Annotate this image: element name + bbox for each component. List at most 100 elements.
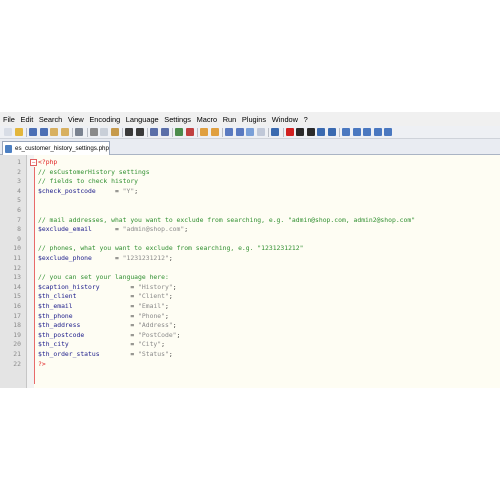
paste-icon[interactable]	[110, 128, 119, 136]
toolbar-separator	[282, 128, 284, 137]
menu-search[interactable]: Search	[39, 115, 62, 124]
code-token: $caption_history	[38, 282, 100, 291]
code-text: $th_order_status = "Status";	[38, 350, 173, 360]
plugin-d-icon[interactable]	[373, 128, 382, 136]
line-number: 5	[17, 196, 21, 205]
line-number: 4	[17, 186, 21, 195]
code-token: $exclude_phone	[38, 254, 92, 262]
line-number: 11	[13, 254, 21, 262]
code-token: ;	[168, 254, 173, 262]
code-line: 15 $th_client = "Client";	[0, 292, 500, 302]
code-token: $check_postcode	[38, 186, 96, 195]
menu-settings[interactable]: Settings	[164, 115, 191, 124]
code-text: // mail addresses, what you want to excl…	[38, 216, 415, 226]
user-lang-icon[interactable]	[256, 128, 265, 136]
line-number: 8	[17, 225, 21, 234]
record-macro-icon[interactable]	[285, 128, 294, 136]
code-editor[interactable]: − 1 <?php 2// esCustomerHistory settings 3/…	[0, 155, 500, 388]
save-icon[interactable]	[29, 128, 37, 136]
toolbar-separator	[86, 128, 88, 137]
replace-icon[interactable]	[160, 128, 169, 136]
word-wrap-icon[interactable]	[225, 128, 233, 136]
code-text: ?>	[38, 360, 46, 370]
file-tab[interactable]: es_customer_history_settings.php	[2, 141, 110, 155]
cut-icon[interactable]	[89, 128, 98, 136]
code-line: 19 $th_postcode = "PostCode";	[0, 331, 500, 341]
code-token: "Status"	[138, 350, 169, 358]
code-line: 21 $th_order_status = "Status";	[0, 350, 500, 360]
code-token: "PostCode"	[138, 330, 177, 339]
tab-strip: es_customer_history_settings.php	[0, 139, 500, 155]
menu-encoding[interactable]: Encoding	[89, 115, 120, 124]
menu-file[interactable]: File	[3, 115, 15, 124]
code-line: 3 // fields to check history	[0, 177, 500, 187]
code-line: 10 // phones, what you want to exclude fr…	[0, 244, 500, 254]
sync-horizontal-icon[interactable]	[210, 128, 219, 136]
find-icon[interactable]	[150, 128, 158, 136]
code-line: 11 $exclude_phone = "1231231212";	[0, 254, 500, 264]
code-token: =	[80, 321, 139, 330]
toolbar-separator	[197, 128, 198, 137]
print-icon[interactable]	[75, 128, 83, 136]
zoom-in-icon[interactable]	[175, 128, 183, 136]
menu-view[interactable]: View	[68, 115, 84, 124]
code-token: =	[95, 186, 123, 195]
code-text: // phones, what you want to exclude from…	[38, 244, 303, 254]
close-icon[interactable]	[50, 128, 58, 136]
new-file-icon[interactable]	[4, 128, 12, 136]
plugin-b-icon[interactable]	[352, 128, 361, 136]
zoom-out-icon[interactable]	[185, 128, 194, 136]
code-token: "Client"	[138, 292, 169, 301]
toolbar-separator	[339, 128, 340, 137]
toolbar-separator	[122, 128, 123, 137]
indent-guide-icon[interactable]	[246, 128, 254, 136]
show-all-chars-icon[interactable]	[235, 128, 244, 136]
code-token: ;	[172, 282, 177, 291]
code-line: 6	[0, 206, 500, 216]
code-text: $exclude_email = "admin@shop.com";	[38, 225, 188, 235]
menu-language[interactable]: Language	[126, 115, 159, 124]
code-text: $th_client = "Client";	[38, 292, 173, 302]
line-number: 9	[17, 234, 21, 243]
plugin-a-icon[interactable]	[342, 128, 350, 136]
menu-macro[interactable]: Macro	[197, 115, 218, 124]
save-all-icon[interactable]	[39, 128, 48, 136]
menu-help[interactable]: ?	[304, 115, 308, 124]
sync-vertical-icon[interactable]	[200, 128, 208, 136]
code-text: // you can set your language here:	[38, 273, 169, 283]
menu-window[interactable]: Window	[272, 115, 298, 124]
save-macro-icon[interactable]	[327, 128, 336, 136]
code-token: ;	[176, 330, 181, 339]
code-token: =	[99, 350, 139, 358]
plugin-c-icon[interactable]	[363, 128, 371, 136]
code-token: "admin@shop.com"	[122, 225, 185, 234]
menu-edit[interactable]: Edit	[21, 115, 34, 124]
undo-icon[interactable]	[125, 128, 133, 136]
doc-map-icon[interactable]	[271, 128, 279, 136]
code-token: ;	[184, 225, 189, 234]
line-number: 18	[13, 321, 21, 330]
code-token: $th_address	[38, 321, 81, 330]
close-all-icon[interactable]	[60, 128, 69, 136]
code-line: 8 $exclude_email = "admin@shop.com";	[0, 225, 500, 235]
toolbar-separator	[72, 128, 73, 137]
code-token: ;	[172, 321, 177, 330]
run-macro-multiple-icon[interactable]	[317, 128, 325, 136]
code-line: 20 $th_city = "City";	[0, 340, 500, 350]
play-macro-icon[interactable]	[306, 128, 315, 136]
redo-icon[interactable]	[135, 128, 144, 136]
code-token: ?>	[38, 359, 46, 368]
code-token: // you can set your language here:	[38, 273, 169, 282]
code-line: 14 $caption_history = "History";	[0, 283, 500, 293]
line-number: 22	[13, 359, 21, 368]
menu-run[interactable]: Run	[223, 115, 237, 124]
menu-plugins[interactable]: Plugins	[242, 115, 266, 124]
stop-macro-icon[interactable]	[296, 128, 304, 136]
code-token: ;	[161, 340, 165, 349]
code-text: $th_postcode = "PostCode";	[38, 331, 180, 341]
line-number: 15	[13, 292, 21, 301]
plugin-e-icon[interactable]	[384, 128, 392, 136]
open-file-icon[interactable]	[14, 128, 23, 136]
code-token: ;	[134, 186, 139, 195]
copy-icon[interactable]	[100, 128, 108, 136]
